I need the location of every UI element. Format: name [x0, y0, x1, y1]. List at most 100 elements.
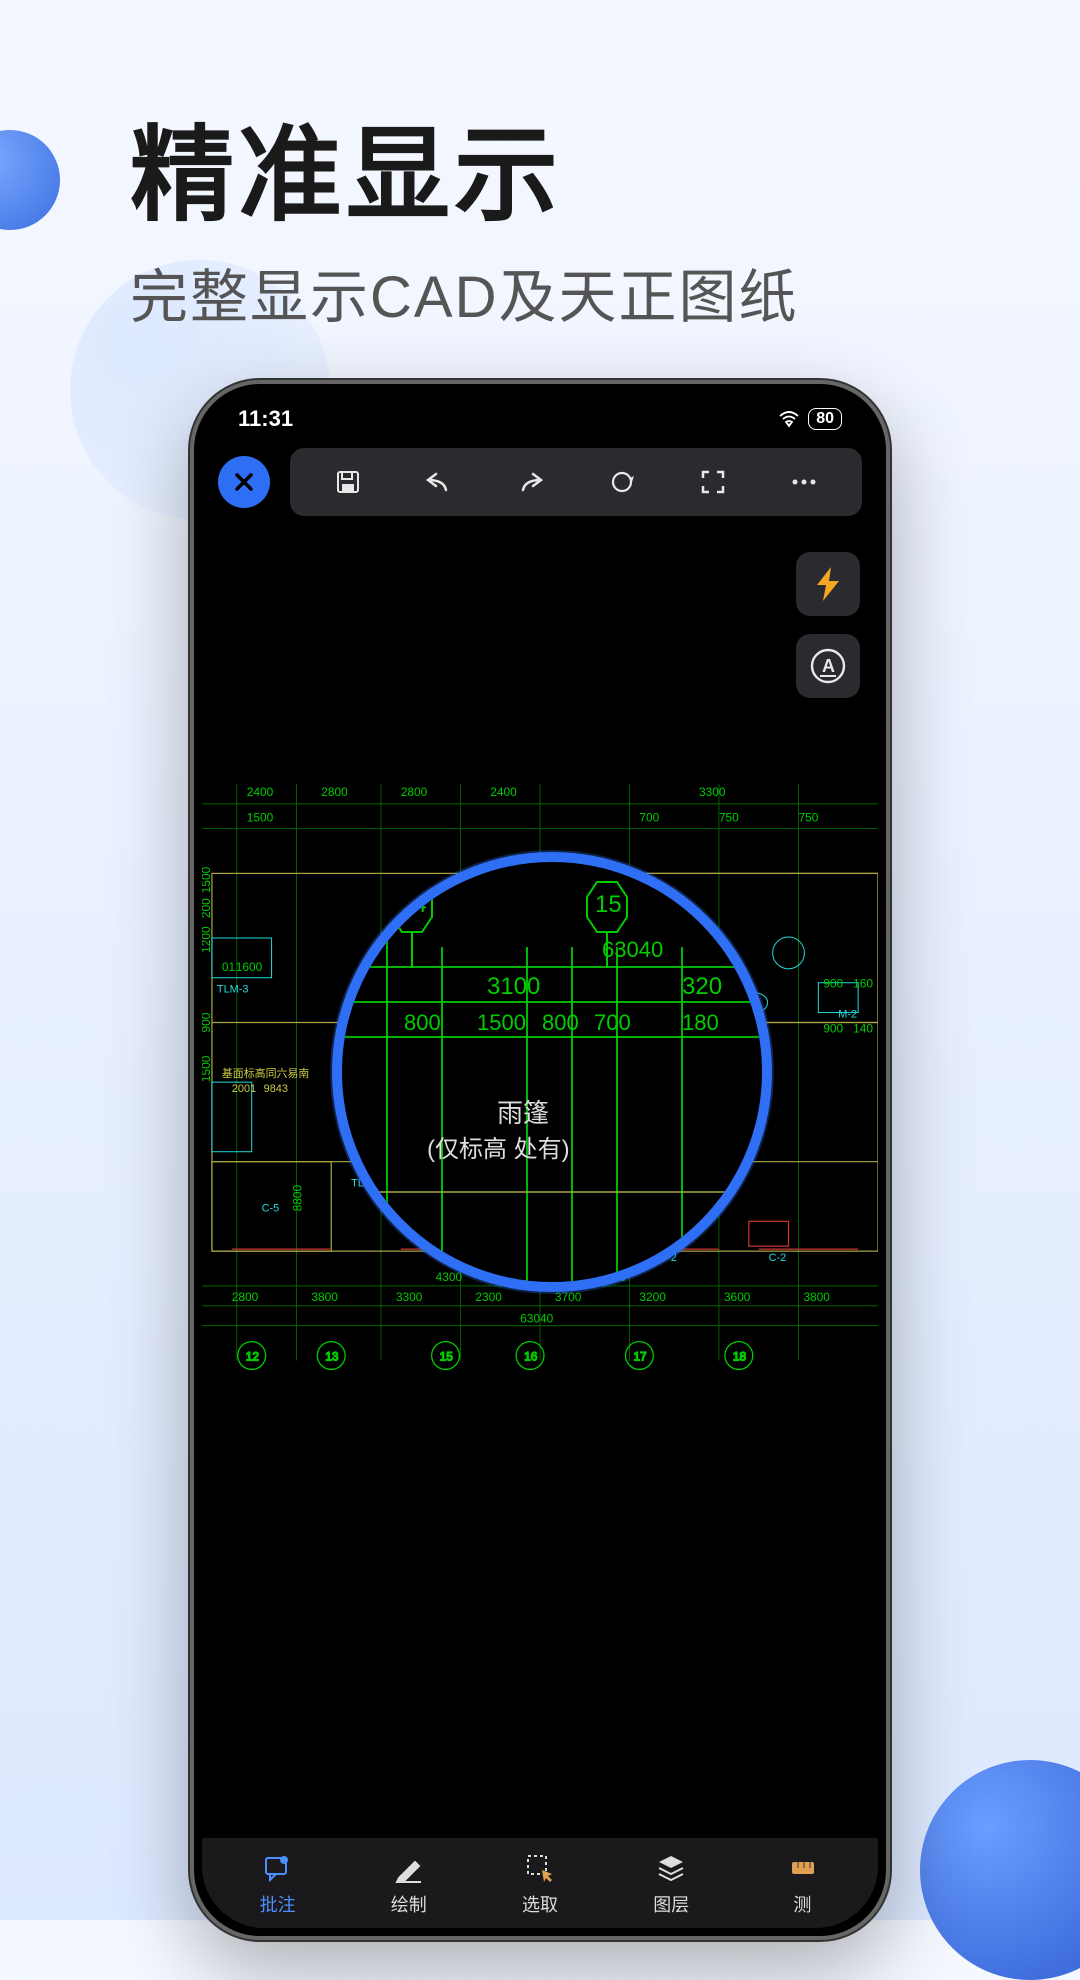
redo-button[interactable]	[510, 462, 550, 502]
svg-text:13: 13	[325, 1350, 339, 1364]
wifi-icon	[778, 410, 800, 428]
svg-text:1500: 1500	[477, 1010, 526, 1035]
close-icon	[233, 471, 255, 493]
svg-text:12: 12	[246, 1350, 260, 1364]
svg-text:3200: 3200	[639, 1290, 666, 1304]
battery-level: 80	[808, 408, 842, 430]
bottom-nav: 批注 绘制 选取 图层	[202, 1838, 878, 1928]
svg-text:800: 800	[542, 1010, 579, 1035]
more-button[interactable]	[784, 462, 824, 502]
svg-text:16: 16	[524, 1350, 538, 1364]
svg-text:700: 700	[594, 1010, 631, 1035]
svg-text:A: A	[822, 656, 835, 676]
svg-text:900: 900	[202, 1012, 213, 1032]
svg-text:基面标高同六易南: 基面标高同六易南	[222, 1066, 309, 1080]
status-indicators: 80	[778, 408, 842, 430]
svg-text:800: 800	[404, 1010, 441, 1035]
svg-text:C-2: C-2	[769, 1252, 787, 1264]
svg-text:2800: 2800	[401, 785, 428, 799]
svg-text:3300: 3300	[699, 785, 726, 799]
status-time: 11:31	[238, 406, 293, 432]
svg-text:17: 17	[633, 1350, 647, 1364]
svg-text:3800: 3800	[311, 1290, 338, 1304]
svg-text:15: 15	[440, 1350, 454, 1364]
refresh-icon	[608, 468, 636, 496]
svg-text:2800: 2800	[232, 1290, 259, 1304]
svg-text:140: 140	[853, 1021, 873, 1035]
nav-label: 图层	[653, 1891, 689, 1917]
layers-icon	[653, 1850, 689, 1886]
fullscreen-icon	[699, 468, 727, 496]
undo-button[interactable]	[419, 462, 459, 502]
svg-text:1500: 1500	[202, 1055, 213, 1082]
svg-text:3800: 3800	[803, 1290, 830, 1304]
svg-text:3600: 3600	[724, 1290, 751, 1304]
svg-text:雨篷: 雨篷	[497, 1098, 549, 1128]
svg-text:3700: 3700	[555, 1290, 582, 1304]
text-style-icon: A	[809, 647, 847, 685]
nav-label: 测	[793, 1891, 811, 1917]
svg-text:1600: 1600	[236, 960, 263, 974]
toolbar-actions	[290, 448, 862, 516]
fullscreen-button[interactable]	[693, 462, 733, 502]
measure-icon	[784, 1850, 820, 1886]
hero-subtitle: 完整显示CAD及天正图纸	[130, 250, 798, 334]
lightning-button[interactable]	[796, 552, 860, 616]
svg-text:2400: 2400	[490, 785, 517, 799]
bg-decor-bottom	[920, 1760, 1080, 1980]
svg-text:63040: 63040	[602, 937, 663, 962]
svg-text:3100: 3100	[487, 973, 540, 1000]
bg-decor-small	[0, 130, 60, 230]
phone-mockup: 11:31 80	[190, 380, 890, 1940]
svg-text:14: 14	[400, 891, 427, 918]
nav-label: 选取	[522, 1891, 558, 1917]
svg-text:900: 900	[823, 977, 843, 991]
svg-text:2001: 2001	[232, 1083, 256, 1095]
phone-screen: 11:31 80	[202, 392, 878, 1928]
close-button[interactable]	[218, 456, 270, 508]
save-button[interactable]	[328, 462, 368, 502]
refresh-button[interactable]	[602, 462, 642, 502]
svg-text:1200: 1200	[202, 926, 213, 953]
svg-text:180: 180	[682, 1010, 719, 1035]
undo-icon	[424, 470, 454, 494]
nav-select[interactable]: 选取	[474, 1850, 605, 1917]
more-icon	[790, 478, 818, 486]
text-style-button[interactable]: A	[796, 634, 860, 698]
svg-text:160: 160	[853, 977, 873, 991]
svg-text:63040: 63040	[520, 1312, 553, 1326]
svg-text:750: 750	[719, 811, 739, 825]
svg-text:3300: 3300	[396, 1290, 423, 1304]
svg-text:TLM-3: TLM-3	[217, 984, 249, 996]
nav-label: 绘制	[391, 1891, 427, 1917]
svg-text:700: 700	[639, 811, 659, 825]
redo-icon	[515, 470, 545, 494]
magnifier-lens: 14 15 63040 3100 320 800 1500 800 700 18…	[332, 852, 772, 1292]
svg-text:2400: 2400	[247, 785, 274, 799]
save-icon	[334, 468, 362, 496]
svg-text:320: 320	[682, 973, 722, 1000]
annotate-icon	[260, 1850, 296, 1886]
svg-text:8800: 8800	[290, 1185, 304, 1212]
nav-layers[interactable]: 图层	[606, 1850, 737, 1917]
svg-text:1500: 1500	[202, 866, 213, 893]
svg-text:200: 200	[202, 898, 213, 918]
cad-canvas[interactable]: 2400 2800 2800 2400 3300 1500 700 750 75…	[202, 522, 878, 1838]
svg-text:900: 900	[823, 1021, 843, 1035]
svg-text:M-2: M-2	[838, 1009, 857, 1021]
select-icon	[522, 1850, 558, 1886]
nav-draw[interactable]: 绘制	[343, 1850, 474, 1917]
hero-title: 精准显示	[130, 90, 562, 241]
nav-annotate[interactable]: 批注	[212, 1850, 343, 1917]
svg-text:2300: 2300	[475, 1290, 502, 1304]
nav-measure[interactable]: 测	[737, 1850, 868, 1917]
side-tool-stack: A	[796, 552, 860, 698]
magnifier-content: 14 15 63040 3100 320 800 1500 800 700 18…	[342, 862, 762, 1282]
svg-text:750: 750	[798, 811, 818, 825]
lightning-icon	[815, 567, 841, 601]
svg-text:2800: 2800	[321, 785, 348, 799]
svg-text:01: 01	[222, 960, 236, 974]
status-bar: 11:31 80	[202, 392, 878, 438]
svg-text:(仅标高 处有): (仅标高 处有)	[427, 1136, 570, 1163]
draw-icon	[391, 1850, 427, 1886]
